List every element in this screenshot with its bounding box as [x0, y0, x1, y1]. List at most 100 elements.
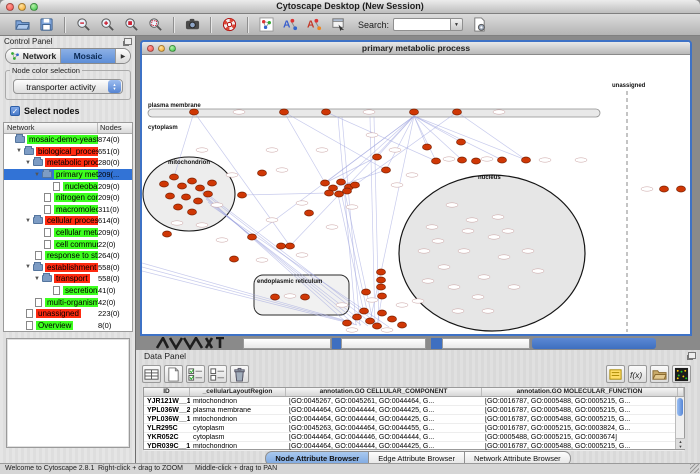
tab-mosaic[interactable]: Mosaic: [61, 49, 116, 63]
tree-row[interactable]: nucleobase-209(0): [4, 180, 132, 192]
network-node[interactable]: [322, 109, 331, 115]
expander-icon[interactable]: ▼: [25, 264, 33, 270]
network-node[interactable]: [190, 109, 199, 115]
column-header[interactable]: annotation.GO MOLECULAR_FUNCTION: [482, 388, 678, 396]
network-node[interactable]: [194, 198, 203, 204]
network-node[interactable]: [472, 158, 481, 164]
network-window-titlebar[interactable]: primary metabolic process: [142, 42, 690, 55]
resize-grip[interactable]: [690, 464, 699, 473]
tree-row[interactable]: mosaic-demo-yeast874(0): [4, 134, 132, 146]
network-node[interactable]: [166, 193, 175, 199]
network-node[interactable]: [258, 170, 267, 176]
tree-row[interactable]: secretion41(0): [4, 285, 132, 297]
network-node[interactable]: [677, 186, 686, 192]
expander-icon[interactable]: ▼: [25, 160, 33, 166]
network-node[interactable]: [188, 209, 197, 215]
network-node[interactable]: [458, 157, 467, 163]
network-node[interactable]: [277, 243, 286, 249]
table-scrollbar[interactable]: ▲▼: [675, 397, 684, 449]
column-header[interactable]: _cellularLayoutRegion: [190, 388, 286, 396]
network-node[interactable]: [373, 323, 382, 329]
zoom-in-button[interactable]: [95, 15, 119, 35]
column-header[interactable]: ID: [144, 388, 190, 396]
scrollbar-arrows[interactable]: ▲▼: [676, 438, 685, 449]
unselect-attributes-button[interactable]: [208, 365, 227, 383]
network-node[interactable]: [457, 139, 466, 145]
network-node[interactable]: [335, 191, 344, 197]
tree-row[interactable]: ▼transport558(0): [4, 273, 132, 285]
label-network-red-button[interactable]: A: [302, 15, 326, 35]
network-node[interactable]: [170, 174, 179, 180]
network-node[interactable]: [453, 109, 462, 115]
select-nodes-checkbox[interactable]: ✓: [10, 106, 20, 116]
network-node[interactable]: [163, 231, 172, 237]
scrollbar-thumb[interactable]: [677, 398, 683, 416]
tree-row[interactable]: cell communicat22(0): [4, 238, 132, 250]
save-button[interactable]: [34, 15, 58, 35]
network-node[interactable]: [377, 269, 386, 275]
network-node[interactable]: [196, 185, 205, 191]
network-node[interactable]: [660, 186, 669, 192]
tree-row[interactable]: multi-organism pro42(0): [4, 296, 132, 308]
network-node[interactable]: [188, 178, 197, 184]
network-node[interactable]: [432, 158, 441, 164]
network-node[interactable]: [305, 210, 314, 216]
import-attributes-button[interactable]: [650, 365, 669, 383]
tree-row[interactable]: ▼biological_process651(0): [4, 146, 132, 158]
network-node[interactable]: [337, 179, 346, 185]
tree-row[interactable]: ▼cellular process614(0): [4, 215, 132, 227]
background-window-fragment[interactable]: [341, 338, 426, 349]
search-input[interactable]: [393, 18, 451, 31]
network-node[interactable]: [377, 284, 386, 290]
node-color-dropdown[interactable]: transporter activity ▲▼: [13, 79, 123, 94]
tree-row[interactable]: response to stimulu264(0): [4, 250, 132, 262]
background-window-fragment[interactable]: [332, 338, 341, 349]
network-node[interactable]: [378, 293, 387, 299]
table-row[interactable]: YDR039C__1mitochondrion[GO:0044464, GO:0…: [144, 442, 684, 451]
network-node[interactable]: [230, 256, 239, 262]
expander-icon[interactable]: ▼: [16, 148, 24, 154]
tree-row[interactable]: ▼primary metabo209(...: [4, 169, 132, 181]
new-attribute-button[interactable]: [164, 365, 183, 383]
network-node[interactable]: [271, 294, 280, 300]
network-canvas[interactable]: plasma membranecytoplasmmitochondrionnuc…: [142, 55, 690, 334]
expander-icon[interactable]: ▼: [34, 276, 42, 282]
float-panel-icon[interactable]: [124, 38, 132, 45]
open-button[interactable]: [10, 15, 34, 35]
network-node[interactable]: [360, 308, 369, 314]
matrix-button[interactable]: [672, 365, 691, 383]
network-node[interactable]: [351, 182, 360, 188]
network-node[interactable]: [410, 109, 419, 115]
background-window-fragment[interactable]: [532, 338, 656, 349]
network-node[interactable]: [343, 320, 352, 326]
column-network[interactable]: Network: [4, 123, 98, 133]
tree-row[interactable]: unassigned223(0): [4, 308, 132, 320]
network-node[interactable]: [498, 157, 507, 163]
tab-overflow-arrow-icon[interactable]: ▶: [116, 49, 130, 63]
network-node[interactable]: [362, 289, 371, 295]
network-node[interactable]: [321, 180, 330, 186]
background-window-fragment[interactable]: [442, 338, 530, 349]
network-node[interactable]: [423, 144, 432, 150]
help-button[interactable]: [217, 15, 241, 35]
network-node[interactable]: [286, 243, 295, 249]
birds-eye-view[interactable]: [6, 338, 130, 448]
zoom-fit-button[interactable]: [143, 15, 167, 35]
network-node[interactable]: [182, 194, 191, 200]
network-node[interactable]: [378, 310, 387, 316]
background-window-fragment[interactable]: [431, 338, 442, 349]
network-node[interactable]: [373, 154, 382, 160]
network-node[interactable]: [377, 277, 386, 283]
network-overview-button[interactable]: [254, 15, 278, 35]
tree-row[interactable]: nitrogen compo209(0): [4, 192, 132, 204]
zoom-out-button[interactable]: [71, 15, 95, 35]
tree-row[interactable]: macromolecule311(0): [4, 204, 132, 216]
session-settings-button[interactable]: [467, 15, 491, 35]
network-node[interactable]: [178, 183, 187, 189]
network-node[interactable]: [160, 181, 169, 187]
network-node[interactable]: [248, 234, 257, 240]
label-network-blue-button[interactable]: A: [278, 15, 302, 35]
column-header[interactable]: annotation.GO CELLULAR_COMPONENT: [286, 388, 482, 396]
zoom-selected-button[interactable]: [119, 15, 143, 35]
network-node[interactable]: [343, 188, 352, 194]
